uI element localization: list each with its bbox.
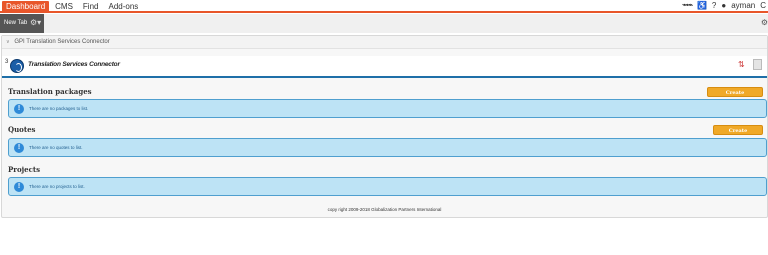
help-link[interactable]: ?	[712, 0, 716, 12]
gpi-title: Translation Services Connector	[28, 61, 120, 68]
section-title: Translation packages	[8, 87, 92, 96]
user-icon[interactable]: ●	[721, 0, 726, 12]
info-message: ! There are no projects to list.	[8, 177, 767, 196]
main-nav: Dashboard CMS Find Add-ons	[0, 0, 144, 12]
info-text: There are no projects to list.	[29, 184, 85, 189]
panel-index: 3	[5, 59, 9, 65]
create-package-button[interactable]: Create package	[707, 87, 763, 106]
nav-find[interactable]: Find	[79, 1, 103, 12]
nav-cms[interactable]: CMS	[51, 1, 77, 12]
panel-header[interactable]: ∨ GPI Translation Services Connector	[2, 36, 767, 49]
info-message: ! There are no quotes to list.	[8, 138, 767, 157]
user-name[interactable]: ayman	[731, 0, 755, 12]
nav-addons[interactable]: Add-ons	[104, 1, 142, 12]
tab-label: New Tab	[4, 20, 28, 26]
trailing-item[interactable]: C	[760, 0, 766, 12]
user-area: ⌁⌁⌁ ♿ ? ● ayman C	[682, 0, 768, 12]
section-title: Projects	[8, 165, 41, 174]
accessibility-icon[interactable]: ♿	[697, 0, 707, 12]
info-text: There are no packages to list.	[29, 106, 89, 111]
info-icon: !	[14, 182, 24, 192]
section-title: Quotes	[8, 125, 36, 134]
download-icon[interactable]: ⇅	[738, 59, 747, 70]
info-text: There are no quotes to list.	[29, 145, 83, 150]
info-icon: !	[14, 104, 24, 114]
tab-bar: New Tab ⚙▾ ⚙	[0, 14, 768, 33]
settings-icon[interactable]: ⚙	[761, 18, 768, 27]
info-icon: !	[14, 143, 24, 153]
window-icon[interactable]	[753, 59, 762, 70]
gpi-logo-icon	[10, 59, 24, 73]
nav-dashboard[interactable]: Dashboard	[2, 0, 50, 12]
divider	[2, 76, 767, 78]
create-quote-button[interactable]: Create quote	[713, 125, 763, 144]
panel-header-title: GPI Translation Services Connector	[14, 39, 110, 45]
episerver-logo-icon[interactable]: ⌁⌁⌁	[682, 0, 693, 12]
chevron-down-icon[interactable]: ∨	[6, 39, 10, 45]
footer-copyright: copy right 2009-2018 Globalization Partn…	[327, 207, 442, 212]
info-message: ! There are no packages to list.	[8, 99, 767, 118]
tab-new-tab[interactable]: New Tab ⚙▾	[0, 14, 44, 33]
top-navigation-bar: Dashboard CMS Find Add-ons ⌁⌁⌁ ♿ ? ● aym…	[0, 0, 768, 13]
gpi-header: 3 Translation Services Connector ⇅	[2, 56, 767, 78]
gadget-panel: ∨ GPI Translation Services Connector 3 T…	[1, 35, 768, 218]
gear-icon[interactable]: ⚙▾	[30, 14, 41, 32]
